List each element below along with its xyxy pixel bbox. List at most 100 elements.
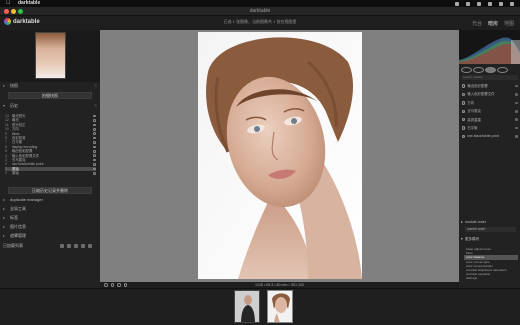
navigation-panel xyxy=(0,30,100,82)
quick-access-icon[interactable] xyxy=(117,283,121,287)
module-label: 输入色彩配置文件 xyxy=(467,92,495,97)
collapse-arrow-icon: ▸ xyxy=(3,233,6,238)
more-modules-label: 更多模块 xyxy=(464,237,480,241)
power-icon[interactable] xyxy=(462,109,466,113)
module-row[interactable]: 方向 xyxy=(462,99,518,107)
power-icon[interactable] xyxy=(462,101,466,105)
module-status-icon xyxy=(93,132,96,136)
collapse-arrow-icon: ▸ xyxy=(461,220,463,224)
module-status-icon xyxy=(93,158,96,162)
tray-icon[interactable] xyxy=(488,1,492,6)
duplicate-manager-label: duplicate manager xyxy=(10,197,43,202)
canvas-bottom-toolbar xyxy=(104,283,127,287)
module-menu-icon[interactable] xyxy=(515,135,518,138)
module-row[interactable]: 白平衡 xyxy=(462,124,518,132)
tray-icon[interactable] xyxy=(477,1,481,6)
image-info-section-header[interactable]: ▸ 图片信息 xyxy=(3,223,97,230)
tray-icon[interactable] xyxy=(510,1,514,6)
module-row[interactable]: 高亮重建 xyxy=(462,116,518,124)
global-tools-section-header[interactable]: ▸ 全局工具 xyxy=(3,205,97,212)
maximize-window-button[interactable] xyxy=(18,9,23,14)
module-row[interactable]: 输入色彩配置文件 xyxy=(462,90,518,98)
quick-access-icon[interactable] xyxy=(123,283,127,287)
group-tab-icon[interactable] xyxy=(485,67,496,73)
main-image[interactable] xyxy=(198,32,362,279)
thumbnail-image xyxy=(235,291,259,322)
mask-manager-section-header[interactable]: ▸ 遮罩管理 xyxy=(3,232,97,239)
tool-icon[interactable] xyxy=(88,244,92,248)
module-menu-icon[interactable] xyxy=(515,118,518,121)
group-tab-icon[interactable] xyxy=(473,67,484,73)
filmstrip[interactable] xyxy=(0,288,520,325)
module-label: 去马赛克 xyxy=(467,109,481,114)
power-icon[interactable] xyxy=(462,126,466,130)
mask-manager-label: 遮罩管理 xyxy=(10,233,26,238)
module-order-section-header[interactable]: ▸ module order xyxy=(461,219,518,226)
duplicate-manager-section-header[interactable]: ▸ duplicate manager xyxy=(3,196,97,203)
module-menu-icon[interactable] xyxy=(515,101,518,105)
navigation-thumbnail[interactable] xyxy=(35,32,66,79)
module-menu-icon[interactable] xyxy=(515,84,518,88)
module-row[interactable]: raw black/white point xyxy=(462,132,518,140)
module-status-icon xyxy=(93,123,96,127)
history-item[interactable]: 0 原始 xyxy=(5,171,96,175)
group-tab-icon[interactable] xyxy=(497,67,508,73)
collapse-arrow-icon: ▸ xyxy=(3,83,6,88)
tool-icon[interactable] xyxy=(60,244,64,248)
filmstrip-thumbnail-selected[interactable] xyxy=(267,290,293,323)
module-search-input[interactable]: search module xyxy=(461,75,518,80)
module-preset-item[interactable]: defringe xyxy=(464,276,518,280)
history-item-number: 0 xyxy=(5,171,7,176)
view-map[interactable]: 地图 xyxy=(504,20,514,27)
power-icon[interactable] xyxy=(462,92,466,97)
close-window-button[interactable] xyxy=(4,9,9,14)
settings-icon[interactable]: ≡ xyxy=(95,82,97,89)
collapse-arrow-icon: ▸ xyxy=(3,197,6,202)
module-row[interactable]: 输出色彩配置 xyxy=(462,82,518,90)
module-label: 白平衡 xyxy=(467,126,478,130)
module-status-icon xyxy=(93,150,96,153)
apple-icon[interactable]:  xyxy=(6,0,11,7)
tagging-section-header[interactable]: ▸ 标签 xyxy=(3,214,97,221)
window-titlebar: darktable xyxy=(0,7,520,16)
quick-access-icon[interactable] xyxy=(104,283,108,287)
power-icon[interactable] xyxy=(462,117,466,122)
filmstrip-thumbnail[interactable] xyxy=(234,290,260,323)
module-label: 输出色彩配置 xyxy=(467,84,488,88)
macos-menubar:  darktable xyxy=(0,0,520,7)
expand-arrow-icon: ▾ xyxy=(461,237,463,241)
tray-icon[interactable] xyxy=(455,1,459,6)
group-tab-icon[interactable] xyxy=(461,67,472,73)
more-modules-section-header[interactable]: ▾ 更多模块 xyxy=(461,236,518,243)
module-menu-icon[interactable] xyxy=(515,93,518,96)
power-icon[interactable] xyxy=(462,134,466,139)
power-icon[interactable] xyxy=(462,84,466,88)
module-order-value[interactable]: current order xyxy=(465,227,516,232)
module-status-icon xyxy=(93,119,96,122)
minimize-window-button[interactable] xyxy=(11,9,16,14)
compress-history-button[interactable]: 压缩历史记录并删除 xyxy=(8,187,92,194)
quick-access-icon[interactable] xyxy=(110,283,114,287)
module-presets-list: basic adjustments blurs color balance color… xyxy=(464,247,518,281)
tool-icon[interactable] xyxy=(67,244,71,248)
module-menu-icon[interactable] xyxy=(515,126,518,130)
settings-icon[interactable]: ≡ xyxy=(95,102,97,109)
module-menu-icon[interactable] xyxy=(515,109,518,113)
tool-icon[interactable] xyxy=(81,244,85,248)
view-switcher: 光台 暗房 地图 xyxy=(472,20,514,27)
snapshots-section-header[interactable]: ▸ 快照 ≡ xyxy=(3,82,97,89)
tool-icon[interactable] xyxy=(74,244,78,248)
window-title: darktable xyxy=(249,8,271,14)
histogram[interactable] xyxy=(459,30,520,64)
history-section-header[interactable]: ▾ 历史 ≡ xyxy=(3,102,97,109)
view-darkroom[interactable]: 暗房 xyxy=(488,20,498,27)
tray-icon[interactable] xyxy=(499,1,503,6)
tray-icon[interactable] xyxy=(466,1,470,6)
module-group-tabs xyxy=(459,66,520,74)
app-header: darktable 已选 1 张图像，当前图像共 1 张在视图里 光台 暗房 地… xyxy=(0,16,520,30)
menubar-app-name[interactable]: darktable xyxy=(18,0,40,7)
take-snapshot-button[interactable]: 拍摄快照 xyxy=(8,92,92,99)
view-lighttable[interactable]: 光台 xyxy=(472,20,482,27)
selection-status: 已选 1 张图像，当前图像共 1 张在视图里 xyxy=(223,19,297,24)
module-row[interactable]: 去马赛克 xyxy=(462,107,518,115)
